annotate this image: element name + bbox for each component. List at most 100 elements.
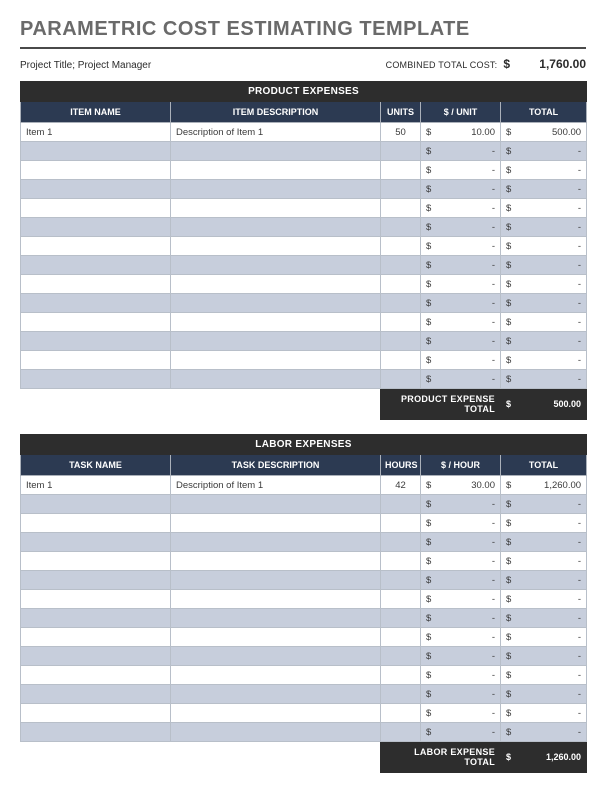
cell-name[interactable] <box>21 647 171 666</box>
cell-description[interactable] <box>171 628 381 647</box>
cell-name[interactable]: Item 1 <box>21 123 171 142</box>
cell-units[interactable] <box>381 142 421 161</box>
cell-rate[interactable]: $- <box>421 218 501 237</box>
cell-name[interactable] <box>21 552 171 571</box>
cell-name[interactable] <box>21 351 171 370</box>
cell-name[interactable] <box>21 218 171 237</box>
cell-name[interactable] <box>21 313 171 332</box>
cell-description[interactable] <box>171 294 381 313</box>
cell-description[interactable] <box>171 533 381 552</box>
cell-name[interactable] <box>21 142 171 161</box>
cell-name[interactable] <box>21 628 171 647</box>
cell-units[interactable] <box>381 332 421 351</box>
cell-name[interactable] <box>21 609 171 628</box>
cell-description[interactable] <box>171 161 381 180</box>
cell-units[interactable] <box>381 495 421 514</box>
cell-rate[interactable]: $- <box>421 275 501 294</box>
cell-rate[interactable]: $- <box>421 514 501 533</box>
cell-description[interactable] <box>171 180 381 199</box>
cell-name[interactable] <box>21 370 171 389</box>
cell-description[interactable] <box>171 609 381 628</box>
cell-rate[interactable]: $- <box>421 647 501 666</box>
cell-name[interactable] <box>21 237 171 256</box>
cell-units[interactable] <box>381 237 421 256</box>
cell-rate[interactable]: $- <box>421 723 501 742</box>
cell-description[interactable] <box>171 275 381 294</box>
cell-units[interactable] <box>381 685 421 704</box>
cell-units[interactable] <box>381 199 421 218</box>
cell-description[interactable] <box>171 237 381 256</box>
cell-name[interactable]: Item 1 <box>21 476 171 495</box>
cell-units[interactable] <box>381 666 421 685</box>
cell-description[interactable] <box>171 666 381 685</box>
cell-units[interactable] <box>381 533 421 552</box>
cell-units[interactable] <box>381 514 421 533</box>
cell-name[interactable] <box>21 590 171 609</box>
cell-units[interactable] <box>381 704 421 723</box>
cell-description[interactable] <box>171 514 381 533</box>
cell-units[interactable] <box>381 552 421 571</box>
cell-rate[interactable]: $- <box>421 533 501 552</box>
cell-name[interactable] <box>21 294 171 313</box>
cell-rate[interactable]: $- <box>421 256 501 275</box>
cell-rate[interactable]: $- <box>421 294 501 313</box>
cell-description[interactable] <box>171 256 381 275</box>
cell-rate[interactable]: $10.00 <box>421 123 501 142</box>
cell-name[interactable] <box>21 161 171 180</box>
cell-description[interactable] <box>171 218 381 237</box>
cell-description[interactable] <box>171 723 381 742</box>
cell-name[interactable] <box>21 199 171 218</box>
cell-rate[interactable]: $- <box>421 495 501 514</box>
cell-rate[interactable]: $- <box>421 313 501 332</box>
cell-description[interactable] <box>171 199 381 218</box>
cell-rate[interactable]: $- <box>421 590 501 609</box>
cell-description[interactable] <box>171 571 381 590</box>
cell-description[interactable] <box>171 313 381 332</box>
cell-units[interactable] <box>381 571 421 590</box>
cell-name[interactable] <box>21 180 171 199</box>
cell-units[interactable] <box>381 723 421 742</box>
cell-name[interactable] <box>21 723 171 742</box>
cell-units[interactable] <box>381 647 421 666</box>
cell-rate[interactable]: $- <box>421 180 501 199</box>
cell-rate[interactable]: $- <box>421 571 501 590</box>
cell-description[interactable] <box>171 590 381 609</box>
cell-description[interactable] <box>171 142 381 161</box>
cell-name[interactable] <box>21 571 171 590</box>
cell-rate[interactable]: $- <box>421 237 501 256</box>
cell-rate[interactable]: $- <box>421 628 501 647</box>
cell-rate[interactable]: $- <box>421 704 501 723</box>
cell-name[interactable] <box>21 332 171 351</box>
cell-units[interactable] <box>381 180 421 199</box>
cell-description[interactable] <box>171 552 381 571</box>
cell-name[interactable] <box>21 666 171 685</box>
cell-units[interactable] <box>381 256 421 275</box>
cell-units[interactable] <box>381 351 421 370</box>
cell-description[interactable]: Description of Item 1 <box>171 476 381 495</box>
cell-units[interactable] <box>381 218 421 237</box>
cell-units[interactable] <box>381 370 421 389</box>
cell-description[interactable] <box>171 685 381 704</box>
cell-rate[interactable]: $- <box>421 351 501 370</box>
cell-units[interactable] <box>381 590 421 609</box>
cell-units[interactable] <box>381 275 421 294</box>
cell-rate[interactable]: $- <box>421 332 501 351</box>
cell-name[interactable] <box>21 256 171 275</box>
cell-name[interactable] <box>21 495 171 514</box>
cell-units[interactable] <box>381 628 421 647</box>
cell-units[interactable] <box>381 609 421 628</box>
cell-units[interactable]: 42 <box>381 476 421 495</box>
cell-name[interactable] <box>21 704 171 723</box>
cell-units[interactable] <box>381 294 421 313</box>
cell-description[interactable]: Description of Item 1 <box>171 123 381 142</box>
cell-rate[interactable]: $- <box>421 685 501 704</box>
cell-rate[interactable]: $- <box>421 199 501 218</box>
cell-rate[interactable]: $30.00 <box>421 476 501 495</box>
cell-units[interactable]: 50 <box>381 123 421 142</box>
cell-rate[interactable]: $- <box>421 552 501 571</box>
cell-rate[interactable]: $- <box>421 666 501 685</box>
cell-description[interactable] <box>171 370 381 389</box>
cell-description[interactable] <box>171 351 381 370</box>
cell-rate[interactable]: $- <box>421 609 501 628</box>
cell-name[interactable] <box>21 533 171 552</box>
